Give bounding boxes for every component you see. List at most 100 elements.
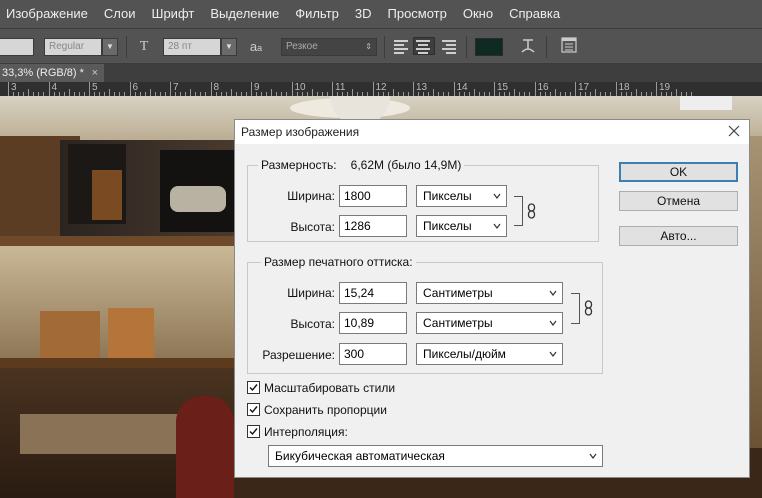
ruler-major-tick: [372, 82, 374, 96]
ruler-minor-tick: [109, 89, 111, 96]
dialog-title-bar: Размер изображения: [235, 120, 749, 144]
pixel-width-unit: Пикселы: [423, 189, 472, 203]
print-width-unit-select[interactable]: Сантиметры: [416, 282, 563, 304]
options-bar: Regular ▼ T 28 пт ▼ aa Резкое ⇕: [0, 28, 762, 64]
print-height-input[interactable]: 10,89: [339, 312, 407, 334]
align-left-icon[interactable]: [394, 38, 410, 54]
document-tab-title: 33,3% (RGB/8) *: [2, 67, 84, 79]
menu-item-8[interactable]: Справка: [501, 0, 568, 28]
text-size-icon: T: [139, 39, 149, 54]
dialog-title: Размер изображения: [241, 125, 360, 139]
ruler-minor-tick: [554, 89, 556, 96]
ruler-minor-tick: [230, 89, 232, 96]
ruler-major-tick: [615, 82, 617, 96]
ok-button[interactable]: OK: [619, 162, 738, 182]
ruler-minor-tick: [149, 89, 151, 96]
menu-item-2[interactable]: Шрифт: [144, 0, 203, 28]
cancel-button[interactable]: Отмена: [619, 191, 738, 211]
chevron-down-icon: [493, 223, 501, 229]
menu-item-7[interactable]: Окно: [455, 0, 501, 28]
ruler-major-tick: [210, 82, 212, 96]
updown-icon: ⇕: [365, 42, 372, 51]
ruler-major-tick: [89, 82, 90, 96]
ruler-major-tick: [453, 82, 455, 96]
document-tab[interactable]: 33,3% (RGB/8) * ×: [0, 64, 104, 82]
close-tab-icon[interactable]: ×: [92, 64, 98, 82]
warp-text-icon[interactable]: [519, 37, 537, 57]
ruler-major-tick: [251, 82, 252, 96]
aa-sub: a: [257, 43, 263, 53]
right-wall: [750, 136, 762, 448]
font-size-field[interactable]: 28 пт: [163, 38, 221, 56]
ruler-major-tick: [575, 82, 576, 96]
ruler-minor-tick: [271, 89, 273, 96]
resolution-unit-select[interactable]: Пикселы/дюйм: [416, 343, 563, 365]
pixel-height-unit-select[interactable]: Пикселы: [416, 215, 507, 237]
chevron-down-icon: [493, 193, 501, 199]
image-size-dialog: Размер изображения Размерность: 6,62M (бы…: [234, 119, 750, 478]
ruler-minor-tick: [28, 89, 30, 96]
auto-button[interactable]: Авто...: [619, 226, 738, 246]
resample-label[interactable]: Интерполяция:: [264, 425, 348, 439]
constrain-proportions-checkbox[interactable]: [247, 403, 260, 416]
dimensions-value: 6,62M (было 14,9M): [350, 158, 462, 172]
print-width-unit: Сантиметры: [423, 286, 493, 300]
resample-method: Бикубическая автоматическая: [275, 449, 445, 463]
pixel-width-input[interactable]: 1800: [339, 185, 407, 207]
ruler-major-tick: [413, 82, 414, 96]
pixel-height-label: Высота:: [290, 220, 335, 234]
resolution-input[interactable]: 300: [339, 343, 407, 365]
resample-method-select[interactable]: Бикубическая автоматическая: [268, 445, 603, 467]
link-chain-icon: [527, 203, 536, 219]
menu-item-6[interactable]: Просмотр: [380, 0, 455, 28]
pixel-width-label: Ширина:: [287, 189, 335, 203]
horizontal-ruler: 3 4 5 6 7 8 9 10 11 12 13 14 15 16 17 18 19: [0, 82, 762, 96]
ruler-minor-tick: [352, 89, 354, 96]
pixel-width-unit-select[interactable]: Пикселы: [416, 185, 507, 207]
ruler-major-tick: [534, 82, 536, 96]
print-width-label: Ширина:: [287, 286, 335, 300]
ruler-minor-tick: [392, 89, 394, 96]
antialias-select[interactable]: Резкое ⇕: [281, 38, 377, 56]
ruler-minor-tick: [311, 89, 313, 96]
ruler-minor-tick: [514, 89, 516, 96]
font-style-field[interactable]: Regular: [44, 38, 102, 56]
align-right-icon[interactable]: [442, 38, 458, 54]
ruler-major-tick: [129, 82, 131, 96]
ruler-minor-tick: [68, 89, 70, 96]
ruler-major-tick: [332, 82, 333, 96]
scale-styles-checkbox[interactable]: [247, 381, 260, 394]
pixel-height-unit: Пикселы: [423, 219, 472, 233]
menu-item-5[interactable]: 3D: [347, 0, 380, 28]
menu-item-1[interactable]: Слои: [96, 0, 144, 28]
character-panel-icon[interactable]: [560, 37, 578, 57]
text-color-swatch[interactable]: [475, 38, 503, 56]
chevron-down-icon: [549, 290, 557, 296]
ruler-minor-tick: [433, 89, 435, 96]
font-family-field[interactable]: [0, 38, 34, 56]
menu-item-4[interactable]: Фильтр: [287, 0, 347, 28]
font-size-dropdown-arrow[interactable]: ▼: [221, 38, 237, 56]
menu-item-3[interactable]: Выделение: [202, 0, 287, 28]
dimensions-label: Размерность: 6,62M (было 14,9M): [258, 158, 465, 172]
print-link-bracket: [571, 293, 580, 324]
font-style-value: Regular: [49, 41, 85, 52]
pixel-height-input[interactable]: 1286: [339, 215, 407, 237]
menu-item-0[interactable]: Изображение: [0, 0, 96, 28]
scale-styles-label[interactable]: Масштабировать стили: [264, 381, 395, 395]
chevron-down-icon: [549, 351, 557, 357]
resolution-unit: Пикселы/дюйм: [423, 347, 506, 361]
document-tab-bar: 33,3% (RGB/8) * ×: [0, 64, 762, 82]
print-width-input[interactable]: 15,24: [339, 282, 407, 304]
constrain-proportions-label[interactable]: Сохранить пропорции: [264, 403, 387, 417]
resolution-label: Разрешение:: [262, 348, 335, 362]
resample-checkbox[interactable]: [247, 425, 260, 438]
link-chain-icon: [584, 300, 593, 316]
ceiling-vent: [680, 96, 732, 110]
align-center-icon[interactable]: [413, 37, 435, 55]
chevron-down-icon: [549, 320, 557, 326]
print-height-unit-select[interactable]: Сантиметры: [416, 312, 563, 334]
font-style-dropdown-arrow[interactable]: ▼: [102, 38, 118, 56]
ruler-minor-tick: [595, 89, 597, 96]
close-icon[interactable]: [727, 124, 741, 138]
